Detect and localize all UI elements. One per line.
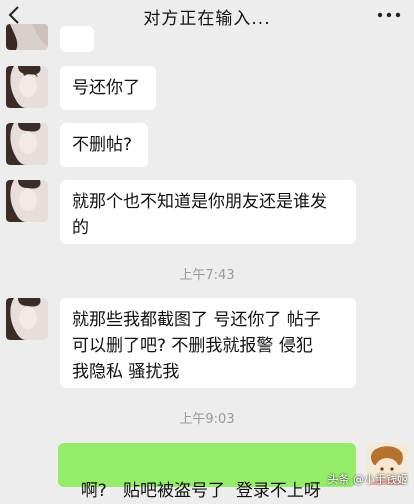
- avatar[interactable]: [6, 24, 48, 50]
- avatar[interactable]: [6, 298, 48, 340]
- message-bubble: 就那些我都截图了 号还你了 帖子 可以删了吧? 不删我就报警 侵犯 我隐私 骚扰…: [60, 298, 356, 388]
- avatar[interactable]: [6, 180, 48, 222]
- message-text-line: 的: [72, 218, 89, 238]
- message-text: 号还你了: [72, 78, 140, 98]
- message-bubble-partial: [60, 26, 94, 52]
- message-text-line: 我隐私 骚扰我: [72, 362, 180, 382]
- avatar[interactable]: [6, 123, 48, 165]
- message-text: 啊? 贴吧被盗号了 登录不上呀: [80, 481, 321, 501]
- message-text-line: 就那些我都截图了 号还你了 帖子: [72, 310, 321, 330]
- message-bubble: 号还你了: [60, 66, 156, 110]
- timestamp: 上午7:43: [179, 268, 235, 283]
- message-text-line: 可以删了吧? 不删我就报警 侵犯: [72, 336, 313, 356]
- avatar[interactable]: [6, 66, 48, 108]
- watermark: 头条 @小手钱姬: [327, 473, 409, 486]
- timestamp: 上午9:03: [179, 412, 235, 427]
- message-text-line: 就那个也不知道是你朋友还是谁发: [72, 192, 327, 212]
- my-message-bubble: 啊? 贴吧被盗号了 登录不上呀: [58, 443, 356, 501]
- more-dots-icon[interactable]: [374, 6, 404, 24]
- message-text: 不删帖?: [72, 135, 133, 155]
- message-bubble: 就那个也不知道是你朋友还是谁发 的: [60, 180, 356, 244]
- message-bubble: 不删帖?: [60, 123, 148, 167]
- chat-title: 对方正在输入...: [143, 9, 271, 29]
